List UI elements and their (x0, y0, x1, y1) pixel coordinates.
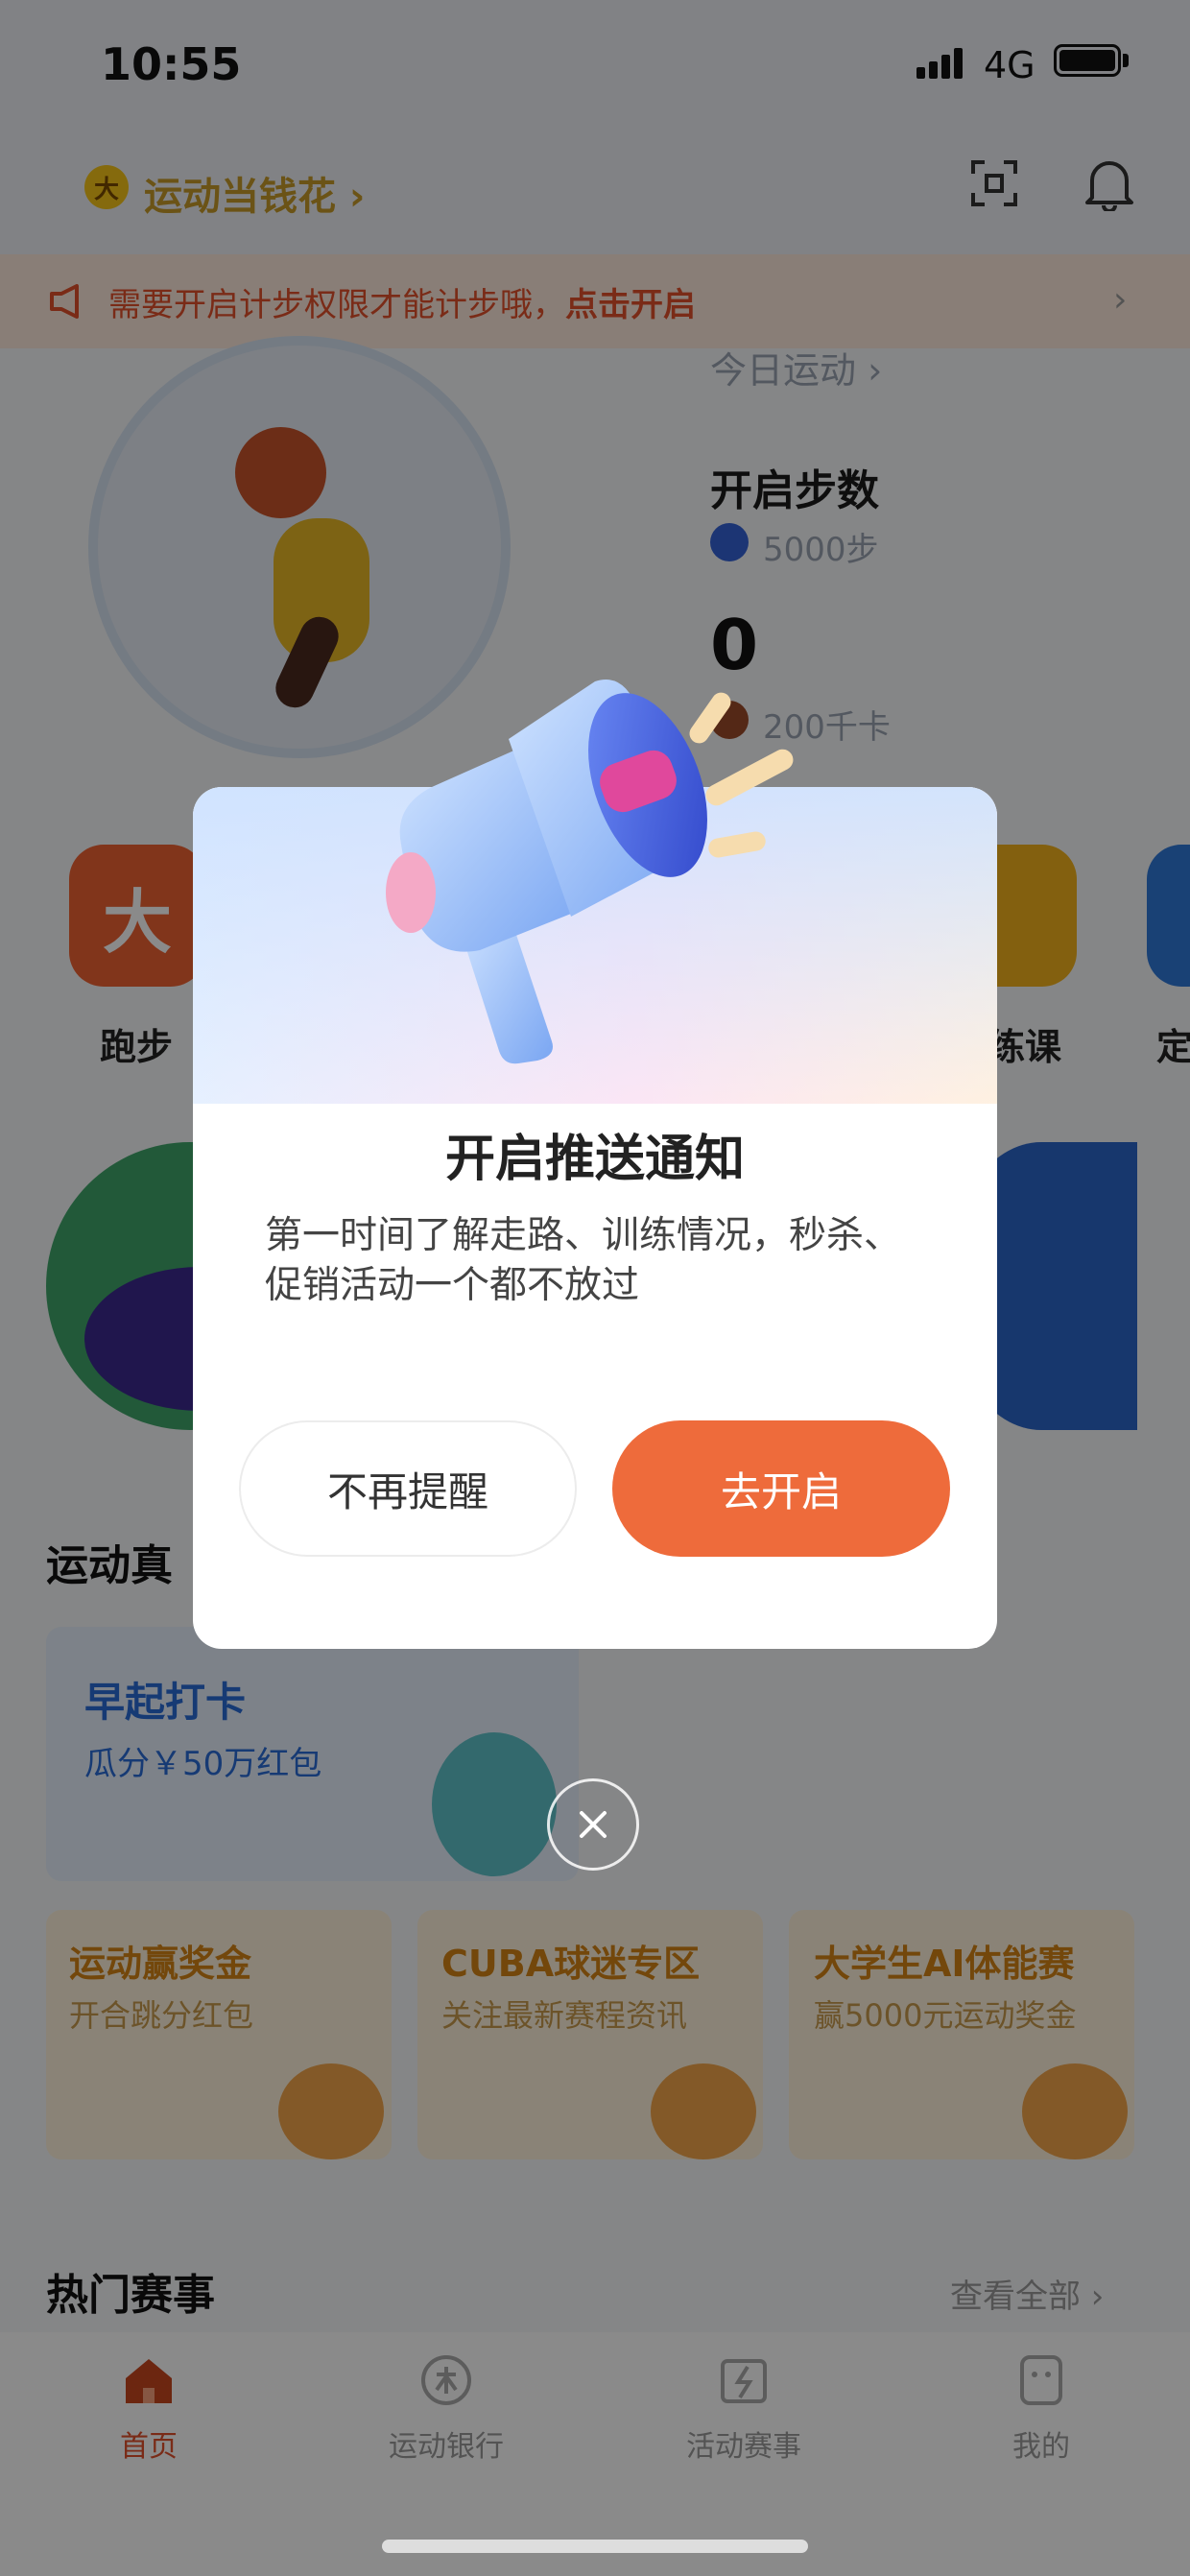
close-icon (580, 1811, 607, 1838)
dont-remind-button[interactable]: 不再提醒 (239, 1420, 577, 1557)
close-dialog-button[interactable] (547, 1778, 639, 1871)
enable-button[interactable]: 去开启 (612, 1420, 950, 1557)
home-indicator[interactable] (382, 2540, 808, 2553)
dialog-description: 第一时间了解走路、训练情况，秒杀、促销活动一个都不放过 (265, 1214, 902, 1307)
megaphone-icon (386, 680, 794, 1064)
dialog-title: 开启推送通知 (444, 1131, 745, 1188)
